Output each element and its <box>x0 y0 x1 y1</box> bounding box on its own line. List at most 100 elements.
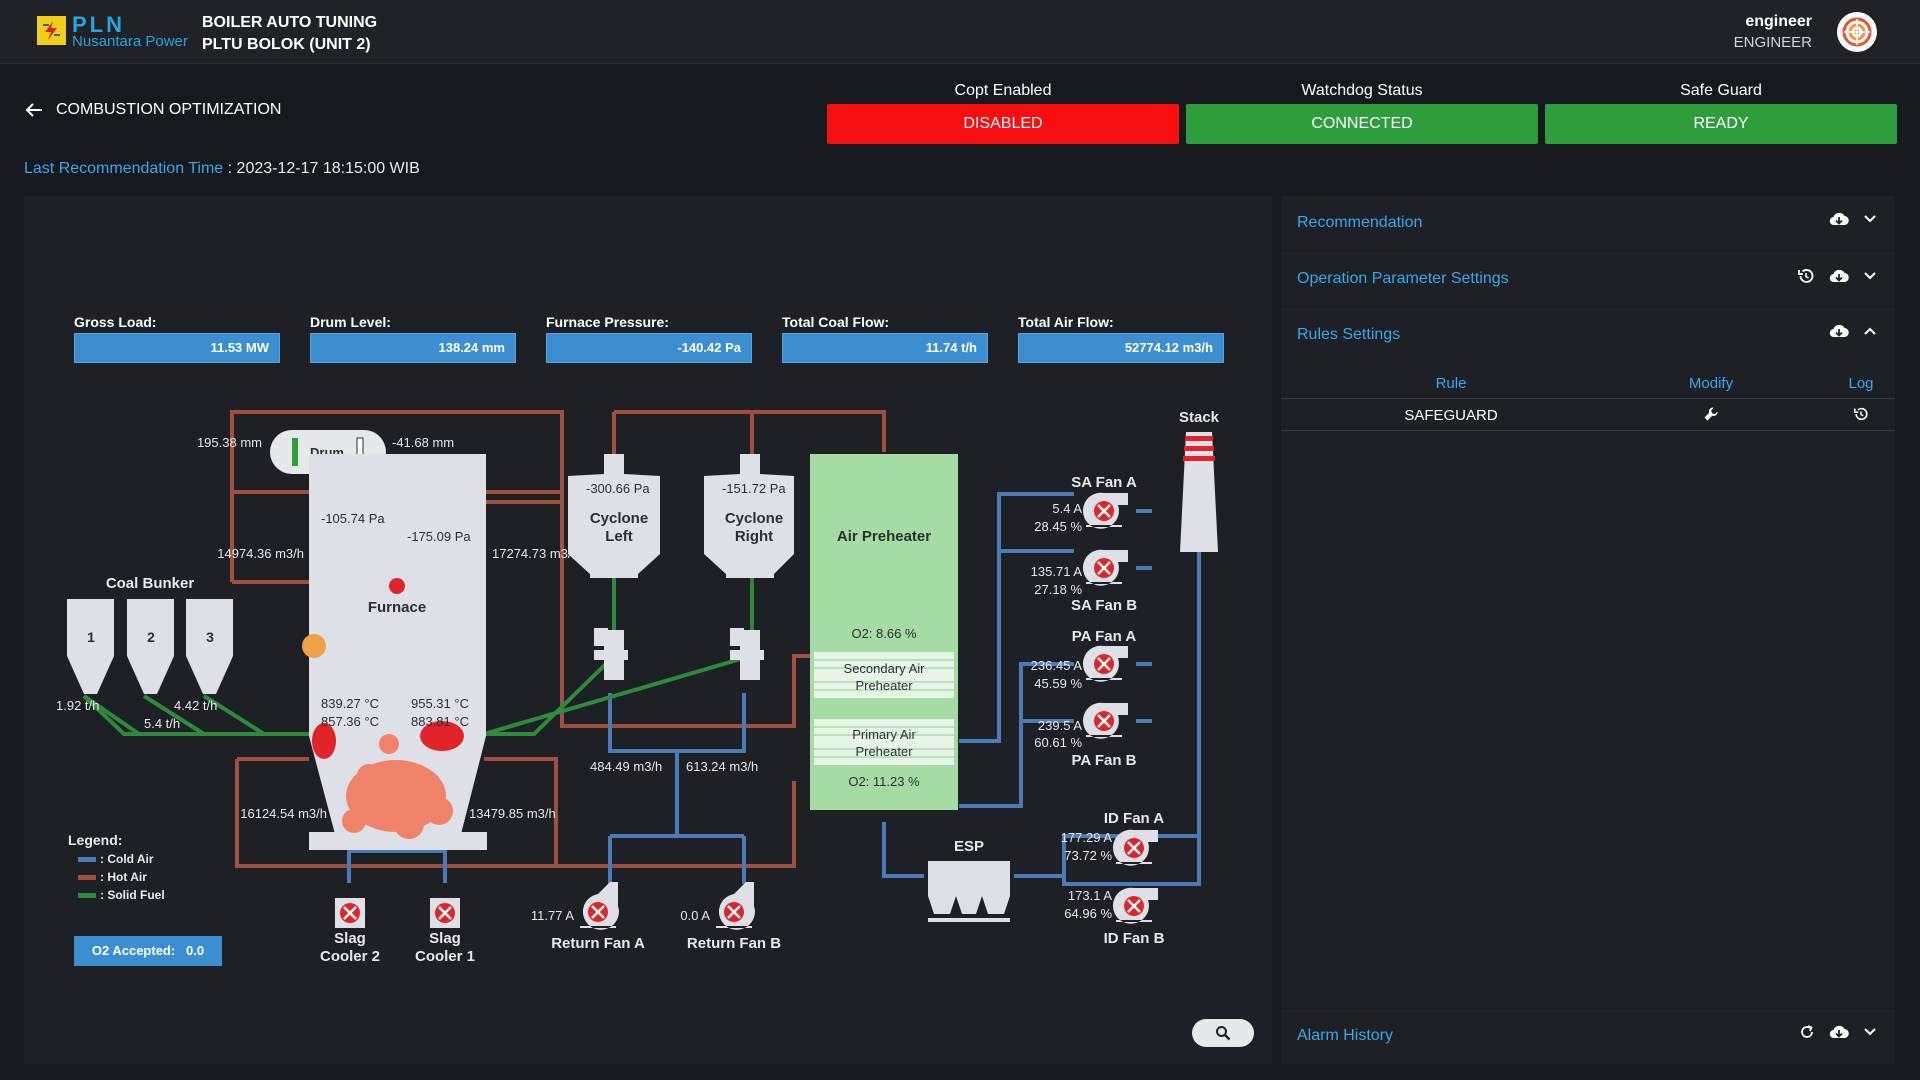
furnace-temp-1: 839.27 °C <box>321 696 379 711</box>
copt-status-label: Copt Enabled <box>954 82 1052 99</box>
bunker-2-label: 2 <box>147 629 155 645</box>
air-flow-right-bottom: 13479.85 m3/h <box>469 806 556 821</box>
history-icon[interactable] <box>1797 267 1815 285</box>
back-link[interactable]: COMBUSTION OPTIMIZATION <box>24 101 281 119</box>
modify-action[interactable] <box>1661 406 1761 426</box>
app-title-unit: PLTU BOLOK (UNIT 2) <box>202 36 371 53</box>
coal-flow-2: 5.4 t/h <box>144 716 180 731</box>
legend-swatch <box>78 874 96 880</box>
accordion-title[interactable]: Alarm History <box>1297 1027 1393 1045</box>
watchdog-status: Watchdog Status CONNECTED <box>1186 82 1538 144</box>
return-fan-a-label: Return Fan A <box>551 935 645 952</box>
id-fan-a-pct: 73.72 % <box>1064 848 1112 863</box>
copt-status: Copt Enabled DISABLED <box>827 82 1179 144</box>
watchdog-status-label: Watchdog Status <box>1301 82 1423 99</box>
esp-label: ESP <box>954 838 984 855</box>
safeguard-status-label: Safe Guard <box>1680 82 1762 99</box>
accordion-rules-settings[interactable]: Rules Settings <box>1281 308 1895 362</box>
cloud-download-icon[interactable] <box>1829 268 1849 284</box>
chevron-down-icon[interactable] <box>1863 214 1877 224</box>
accordion-title[interactable]: Operation Parameter Settings <box>1297 270 1509 288</box>
column-modify: Modify <box>1688 375 1734 392</box>
safeguard-status-badge: READY <box>1545 104 1897 144</box>
log-action[interactable] <box>1831 406 1891 426</box>
o2-accepted-badge: O2 Accepted: 0.0 <box>74 936 222 966</box>
pa-fan-a-label: PA Fan A <box>1072 628 1137 645</box>
id-fan-b-pct: 64.96 % <box>1064 906 1112 921</box>
accordion-alarm-history[interactable]: Alarm History <box>1281 1008 1895 1063</box>
slag-cooler-2-label-2: Cooler 2 <box>320 948 380 965</box>
sa-fan-a-label: SA Fan A <box>1071 474 1137 491</box>
furnace-temp-4: 883.81 °C <box>411 714 469 729</box>
fan-icon <box>1112 829 1158 866</box>
o2-accepted-label: O2 Accepted: <box>91 943 176 958</box>
last-rec-label: Last Recommendation Time <box>24 160 224 177</box>
zoom-button[interactable] <box>1192 1019 1254 1047</box>
coal-bunker-title: Coal Bunker <box>106 575 195 592</box>
fan-icon <box>335 898 365 928</box>
lightning-icon <box>40 19 63 42</box>
pa-fan-b-amp: 239.5 A <box>1038 718 1082 733</box>
bunker-3-label: 3 <box>206 629 214 645</box>
legend-item-hot-air: : Hot Air <box>78 870 165 884</box>
avatar[interactable] <box>1837 12 1877 52</box>
fan-icon <box>580 882 619 930</box>
secondary-ap-label-1: Secondary Air <box>844 661 926 676</box>
wrench-icon[interactable] <box>1703 406 1719 422</box>
chevron-up-icon[interactable] <box>1863 326 1877 336</box>
accordion-title[interactable]: Recommendation <box>1297 214 1422 232</box>
legend-label: : Solid Fuel <box>100 888 165 902</box>
legend-label: : Hot Air <box>100 870 147 884</box>
watchdog-status-badge: CONNECTED <box>1186 104 1538 144</box>
o2-bottom-value: O2: 11.23 % <box>848 774 920 789</box>
cyclone-left-pressure: -300.66 Pa <box>586 481 650 496</box>
refresh-icon[interactable] <box>1799 1024 1815 1040</box>
last-rec-value: : 2023-12-17 18:15:00 WIB <box>223 160 420 177</box>
column-log: Log <box>1848 375 1874 392</box>
accordion-recommendation[interactable]: Recommendation <box>1281 196 1895 251</box>
cyclone-right-label-2: Right <box>735 528 773 545</box>
back-arrow-icon[interactable] <box>24 102 44 118</box>
furnace-temp-2: 955.31 °C <box>411 696 469 711</box>
legend-item-cold-air: : Cold Air <box>78 852 165 866</box>
furnace-pressure-2: -175.09 Pa <box>407 529 471 544</box>
pa-fan-b-label: PA Fan B <box>1071 752 1136 769</box>
user-name[interactable]: engineer <box>1745 13 1812 31</box>
history-icon[interactable] <box>1853 406 1869 422</box>
last-recommendation-time: Last Recommendation Time : 2023-12-17 18… <box>24 160 420 178</box>
sa-fan-a-amp: 5.4 A <box>1052 501 1082 516</box>
accordion-operation-params[interactable]: Operation Parameter Settings <box>1281 252 1895 307</box>
id-fan-b-label: ID Fan B <box>1104 930 1165 947</box>
o2-accepted-value: 0.0 <box>186 943 205 958</box>
drum-level-left: 195.38 mm <box>197 435 262 450</box>
cloud-download-icon[interactable] <box>1829 323 1849 339</box>
accordion-title[interactable]: Rules Settings <box>1297 326 1400 344</box>
air-preheater-label: Air Preheater <box>837 528 931 545</box>
furnace-pressure-1: -105.74 Pa <box>321 511 385 526</box>
sa-fan-b-amp: 135.71 A <box>1031 564 1083 579</box>
secondary-ap-label-2: Preheater <box>855 678 913 693</box>
chevron-down-icon[interactable] <box>1863 1027 1877 1037</box>
cloud-download-icon[interactable] <box>1829 1024 1849 1040</box>
legend-title: Legend: <box>68 832 123 848</box>
safeguard-status: Safe Guard READY <box>1545 82 1897 144</box>
legend: Legend: : Cold Air : Hot Air : Solid Fue… <box>68 832 165 902</box>
sa-fan-a-pct: 28.45 % <box>1034 519 1082 534</box>
pa-fan-b-pct: 60.61 % <box>1034 735 1082 750</box>
zoom-icon[interactable] <box>1215 1025 1231 1041</box>
id-fan-b-amp: 173.1 A <box>1068 888 1112 903</box>
slag-cooler-2-label-1: Slag <box>334 930 366 947</box>
fan-icon <box>716 882 755 930</box>
table-row: SAFEGUARD <box>1281 400 1895 431</box>
sa-fan-b-label: SA Fan B <box>1071 597 1137 614</box>
cyclone-right-label-1: Cyclone <box>725 510 783 527</box>
air-flow-left-bottom: 16124.54 m3/h <box>240 806 327 821</box>
cloud-download-icon[interactable] <box>1829 211 1849 227</box>
user-role: ENGINEER <box>1733 34 1812 51</box>
air-preheater: Air Preheater O2: 8.66 % Secondary Air P… <box>810 454 958 810</box>
sa-fan-b-pct: 27.18 % <box>1034 582 1082 597</box>
chevron-down-icon[interactable] <box>1863 271 1877 281</box>
diagram-svg: Drum 195.38 mm -41.68 mm Furnace -105.74… <box>56 409 1220 965</box>
return-fan-b-label: Return Fan B <box>687 935 781 952</box>
copt-status-button[interactable]: DISABLED <box>827 104 1179 144</box>
